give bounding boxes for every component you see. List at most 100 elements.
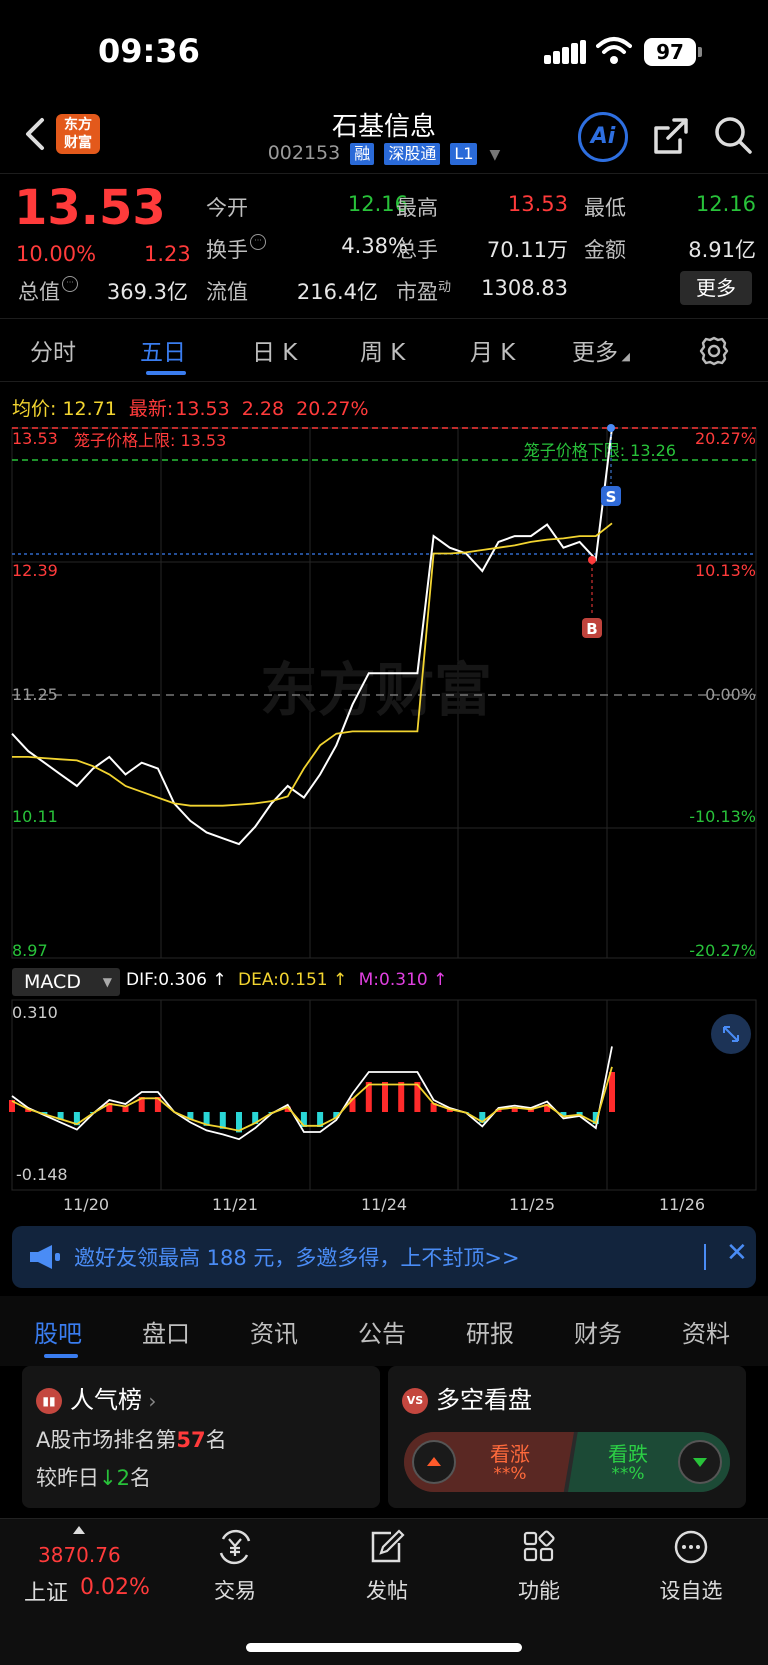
turnover-value: 4.38% (341, 234, 408, 258)
home-indicator (246, 1643, 522, 1652)
cage-upper-label: 笼子价格上限: 13.53 (74, 431, 226, 450)
tab-weekly-k[interactable]: 周 K (360, 333, 405, 367)
macd-top-label: 0.310 (12, 1003, 58, 1022)
high-value: 13.53 (507, 192, 568, 216)
connect-tag: 深股通 (384, 143, 441, 165)
bearish-pct: **% (611, 1464, 645, 1484)
bullish-pct: **% (493, 1464, 527, 1484)
bearish-label: 看跌 (608, 1442, 648, 1466)
search-icon[interactable] (712, 114, 754, 158)
latest-label: 最新: (128, 398, 174, 420)
macd-values: DIF:0.306 ↑ DEA:0.151 ↑ M:0.310 ↑ (126, 970, 447, 990)
index-value[interactable]: 3870.76 (38, 1543, 121, 1567)
functions-button[interactable]: 功能 (494, 1529, 584, 1605)
y-left-tick: 13.53 (12, 429, 58, 448)
sentiment-card: VS 多空看盘 看涨 **% 看跌 **% (388, 1366, 746, 1508)
tab-order-book[interactable]: 盘口 (142, 1314, 190, 1349)
chart-tabs: 分时 五日 日 K 周 K 月 K 更多 ◢ (0, 318, 768, 382)
low-value: 12.16 (695, 192, 756, 216)
macd-chart[interactable]: 0.310 -0.148 11/20 11/21 11/24 11/25 11/… (0, 998, 768, 1220)
share-icon[interactable] (650, 114, 692, 158)
macd-dif: DIF:0.306 ↑ (126, 970, 227, 990)
change-amount: 1.23 (144, 242, 191, 266)
arrow-down-icon: ↓ (99, 1466, 117, 1490)
promo-text: 邀好友领最高 188 元，多邀多得，上不封顶>> (74, 1246, 520, 1270)
x-axis-label: 11/20 (63, 1195, 109, 1214)
macd-histogram-bar (609, 1072, 615, 1112)
battery-tip (698, 47, 702, 57)
gear-icon[interactable] (698, 335, 730, 367)
y-right-tick: 20.27% (695, 429, 756, 448)
turnover-label: 换手 ··· (206, 234, 266, 264)
close-icon[interactable]: ✕ (726, 1238, 748, 1268)
x-axis-label: 11/21 (212, 1195, 258, 1214)
trade-button[interactable]: 交易 (190, 1529, 280, 1605)
avg-label: 均价: (12, 398, 57, 420)
open-value: 12.16 (347, 192, 408, 216)
add-watchlist-label: 设自选 (659, 1579, 723, 1603)
stock-code: 002153 (267, 142, 341, 164)
level-tag: L1 (450, 143, 478, 165)
high-label: 最高 (396, 196, 438, 220)
chevron-down-icon: ▼ (489, 147, 501, 163)
latest-value: 13.53 (175, 398, 230, 420)
tab-five-day[interactable]: 五日 (140, 333, 186, 367)
macd-histogram-bar (382, 1082, 388, 1112)
indicator-select[interactable]: MACD ▼ (12, 968, 120, 996)
amount-value: 8.91亿 (688, 238, 756, 262)
tab-daily-k[interactable]: 日 K (252, 333, 297, 367)
tab-announcements[interactable]: 公告 (358, 1314, 406, 1349)
cellular-signal-icon (544, 40, 586, 64)
index-name[interactable]: 上证 (24, 1575, 68, 1607)
volume-value: 70.11万 (486, 238, 568, 262)
tab-research[interactable]: 研报 (466, 1314, 514, 1349)
tab-intraday[interactable]: 分时 (30, 333, 76, 367)
add-watchlist-button[interactable]: 设自选 (646, 1529, 736, 1605)
y-right-tick: -20.27% (689, 941, 756, 960)
macd-dea-line (11, 1066, 613, 1132)
last-price: 13.53 (14, 180, 166, 236)
tab-news[interactable]: 资讯 (250, 1314, 298, 1349)
tab-financials[interactable]: 财务 (574, 1314, 622, 1349)
rank-line: A股市场排名第57名 (36, 1428, 227, 1452)
versus-icon: VS (402, 1388, 428, 1414)
y-left-tick: 10.11 (12, 807, 58, 826)
ai-assistant-button[interactable]: Ai (578, 112, 628, 162)
promo-banner[interactable]: 邀好友领最高 188 元，多邀多得，上不封顶>> ✕ (12, 1226, 756, 1288)
price-chart[interactable]: 东方财富 笼子价格上限: 13.53 笼子价格下限: 13.26 13.53 1… (0, 420, 768, 970)
change-percent: 10.00% (16, 242, 97, 266)
popularity-card[interactable]: ▮▮ 人气榜 › A股市场排名第57名 较昨日↓2名 (22, 1366, 380, 1508)
sell-marker-label: S (606, 488, 617, 506)
ranking-icon: ▮▮ (36, 1388, 62, 1414)
tab-monthly-k[interactable]: 月 K (470, 333, 515, 367)
status-bar: 09:36 97 (0, 0, 768, 100)
info-icon[interactable]: ··· (62, 276, 78, 292)
arrow-up-icon (412, 1440, 456, 1484)
post-label: 发帖 (366, 1579, 408, 1603)
latest-change: 2.28 (241, 398, 285, 420)
low-label: 最低 (584, 196, 626, 220)
buy-marker-label: B (586, 620, 597, 638)
macd-dea: DEA:0.151 ↑ (238, 970, 348, 990)
tab-forum[interactable]: 股吧 (34, 1314, 82, 1349)
more-button[interactable]: 更多 (680, 271, 752, 305)
popularity-title: ▮▮ 人气榜 › (36, 1380, 156, 1415)
y-left-tick: 12.39 (12, 561, 58, 580)
banner-divider (704, 1244, 706, 1270)
market-cap-label: 总值 ··· (18, 276, 78, 306)
amount-label: 金额 (584, 238, 626, 262)
volume-label: 总手 (396, 238, 438, 262)
price-line (11, 427, 613, 846)
trade-label: 交易 (214, 1579, 256, 1603)
macd-bottom-label: -0.148 (16, 1165, 68, 1184)
battery-indicator: 97 (644, 38, 696, 66)
chevron-down-icon: ▼ (102, 975, 112, 989)
info-icon[interactable]: ··· (250, 234, 266, 250)
stock-header: 东方 财富 石基信息 002153 融 深股通 L1 ▼ Ai (0, 100, 768, 174)
grid-icon (523, 1530, 555, 1562)
watermark: 东方财富 (260, 656, 492, 724)
tab-more[interactable]: 更多 ◢ (572, 333, 630, 367)
tab-profile[interactable]: 资料 (682, 1314, 730, 1349)
y-right-tick: -10.13% (689, 807, 756, 826)
post-button[interactable]: 发帖 (342, 1529, 432, 1605)
